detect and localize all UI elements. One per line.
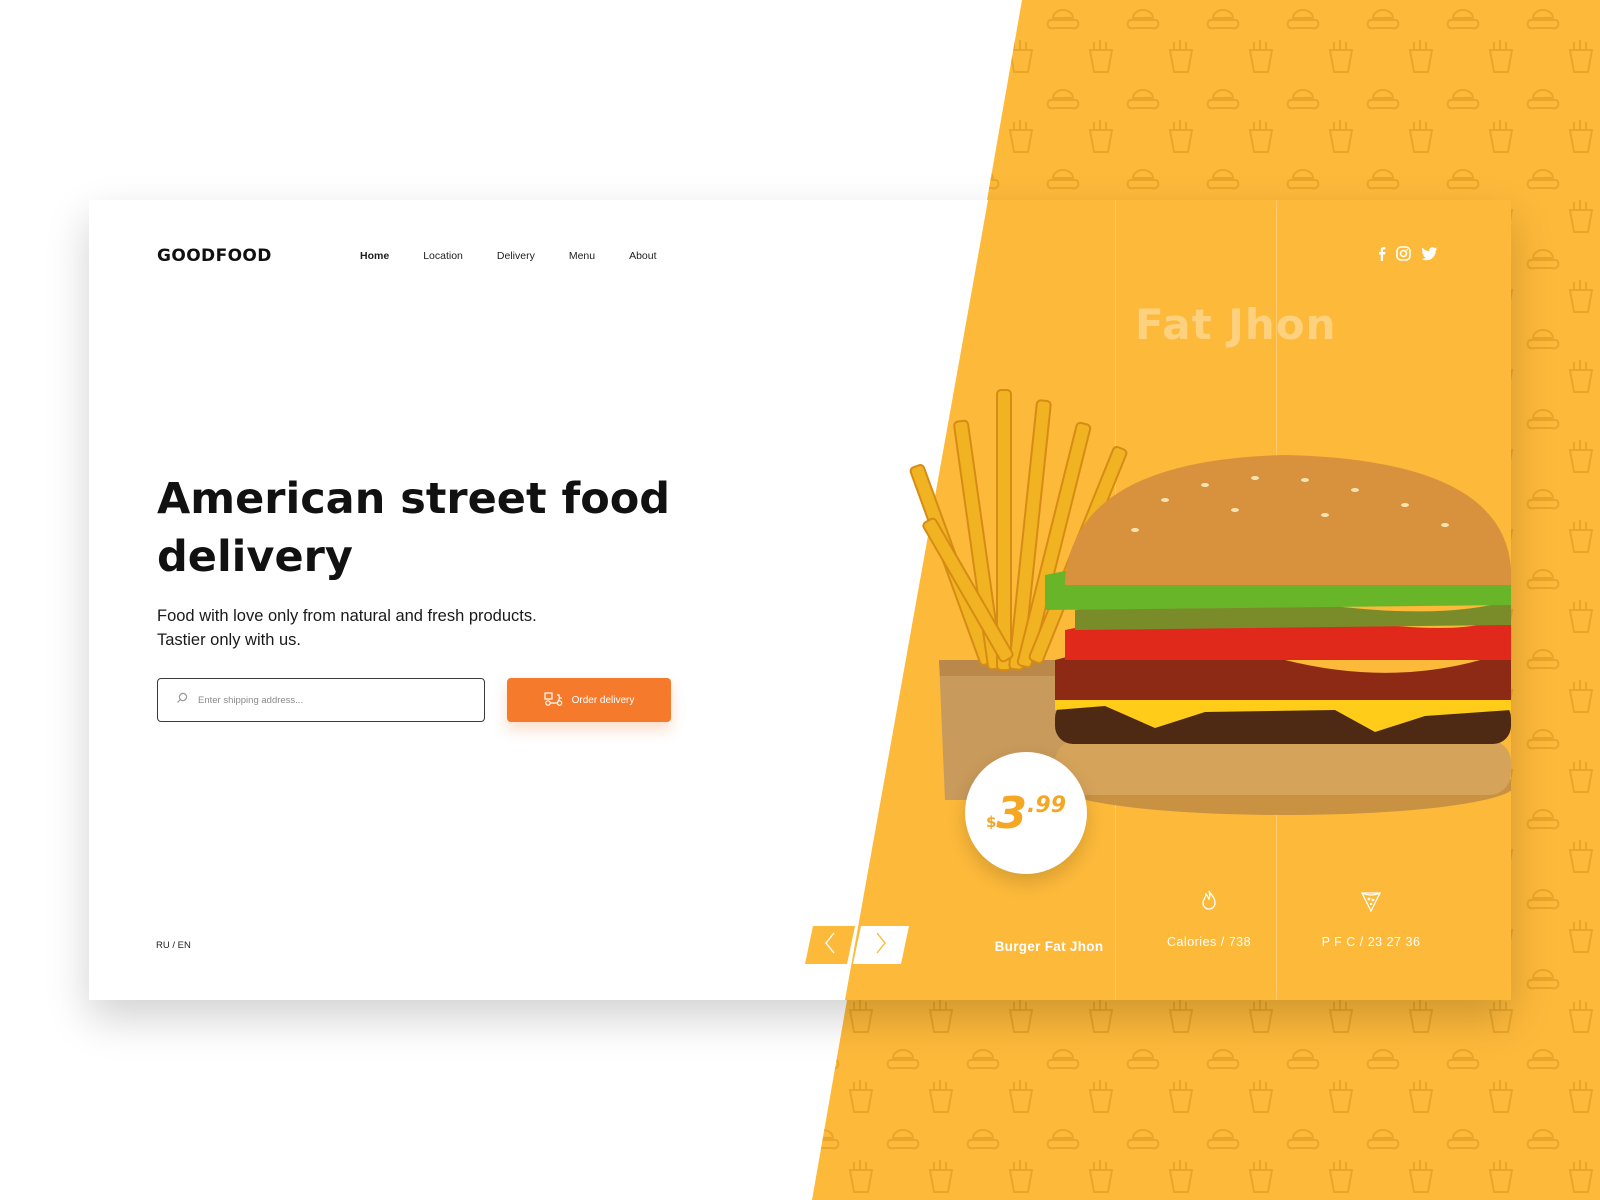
carousel-arrows [805,926,909,964]
chevron-left-icon [824,932,836,959]
product-ghost-title: Fat Jhon [1135,300,1337,349]
price-currency: $ [985,813,997,831]
price-badge: $ 3 .99 [965,752,1087,874]
main-card: GOODFOOD Home Location Delivery Menu Abo… [89,200,1511,1000]
price-main: 3 [996,787,1028,839]
nav-item-menu[interactable]: Menu [569,250,595,262]
hero-subtitle-line: Food with love only from natural and fre… [157,607,537,625]
social-links [1378,246,1438,261]
pfc-text: P F C / 23 27 36 [1321,935,1421,949]
hero-subtitle: Food with love only from natural and fre… [157,604,677,652]
facebook-icon[interactable] [1378,246,1386,261]
nav-item-home[interactable]: Home [360,250,389,262]
nav-item-about[interactable]: About [629,250,656,262]
calories-stat: Calories / 738 [1139,890,1279,949]
chevron-right-icon [875,932,887,959]
instagram-icon[interactable] [1396,246,1411,261]
grid-line [89,850,1511,851]
main-nav: Home Location Delivery Menu About [360,250,691,262]
search-icon [176,691,188,709]
order-delivery-label: Order delivery [571,694,635,706]
shipping-address-input[interactable] [196,693,460,707]
nav-item-delivery[interactable]: Delivery [497,250,535,262]
pfc-stat: P F C / 23 27 36 [1296,890,1446,949]
calories-text: Calories / 738 [1166,935,1252,949]
order-delivery-button[interactable]: Order delivery [507,678,671,722]
language-switcher[interactable]: RU / EN [156,940,191,951]
hero-title: American street food delivery [157,474,671,582]
prev-button[interactable] [805,926,855,964]
twitter-icon[interactable] [1421,246,1438,261]
price-cents: .99 [1027,792,1067,818]
pizza-slice-icon [1360,892,1382,916]
flame-icon [1200,890,1218,916]
logo[interactable]: GOODFOOD [157,246,272,266]
product-name: Burger Fat Jhon [994,939,1104,954]
address-search-box [157,678,485,722]
nav-item-location[interactable]: Location [423,250,463,262]
next-button[interactable] [853,926,909,964]
delivery-scooter-icon [543,691,564,709]
hero-subtitle-line: Tastier only with us. [157,631,301,649]
